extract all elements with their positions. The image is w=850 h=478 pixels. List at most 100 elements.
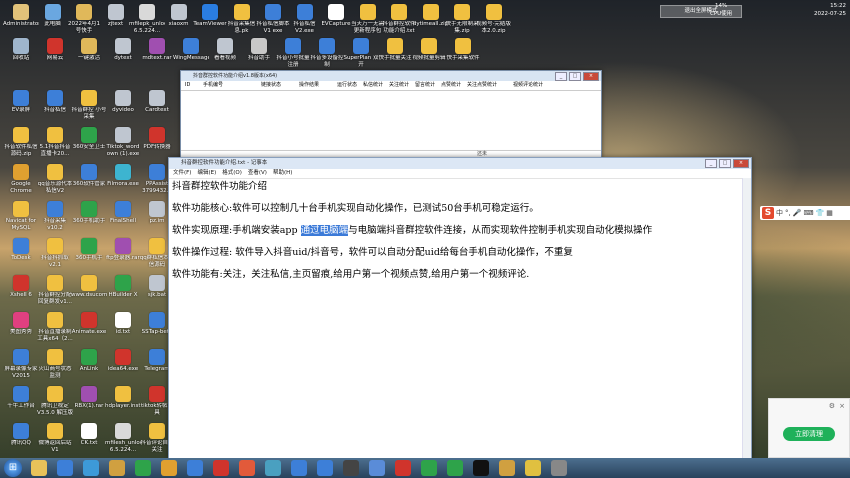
desktop-icon[interactable]: WingMessage [173, 38, 209, 68]
text-area[interactable]: 抖音群控软件功能介绍 软件功能核心:软件可以控制几十台手机实现自动化操作，已测试… [169, 179, 751, 293]
desktop-icon[interactable]: 快手采集软件 [445, 38, 481, 68]
taskbar-net-icon[interactable] [239, 460, 255, 476]
desktop-icon[interactable]: 网易云 [37, 38, 73, 68]
desktop-icon[interactable]: idea64.exe [105, 349, 141, 379]
desktop-icon[interactable]: SuperPlan 双开 [343, 38, 379, 68]
taskbar-chrome-icon[interactable] [161, 460, 177, 476]
column-header[interactable]: 操作结果 [295, 81, 333, 90]
desktop-icon[interactable]: 回收站 [3, 38, 39, 68]
desktop-icon[interactable]: 360手机助手 [71, 201, 107, 231]
desktop-icon[interactable]: 抖音群控 小号采集 [71, 90, 107, 120]
close-button[interactable]: × [583, 72, 599, 81]
desktop-icon[interactable]: CK.txt [71, 423, 107, 453]
desktop-icon[interactable]: ToDesk [3, 238, 39, 268]
desktop-icon[interactable]: 抖音软件私信源码.zip [3, 127, 39, 157]
ime-tool-icon[interactable]: ⌨ [803, 209, 813, 217]
desktop-icon[interactable]: 美图秀秀 [3, 312, 39, 342]
maximize-button[interactable]: □ [719, 159, 731, 168]
taskbar-img-icon[interactable] [499, 460, 515, 476]
notepad-titlebar[interactable]: 抖音群控软件功能介绍.txt - 记事本 _ □ × [169, 158, 751, 169]
desktop-icon[interactable]: 抖音采集v10.2 [37, 201, 73, 231]
taskbar-kuai-icon[interactable] [187, 460, 203, 476]
close-button[interactable]: × [733, 159, 749, 168]
desktop-icon[interactable]: ftp登录器.rar [105, 238, 141, 268]
taskbar-wechat-icon[interactable] [447, 460, 463, 476]
desktop-icon[interactable]: 快手批量关注 [377, 38, 413, 68]
desktop-icon[interactable]: 微博返回后站V1 [37, 423, 73, 453]
desktop-icon[interactable]: PDF转换器 [139, 127, 175, 157]
taskbar-explorer-icon[interactable] [31, 460, 47, 476]
desktop-icon[interactable]: Animate.exe [71, 312, 107, 342]
desktop-icon[interactable]: 抖音助手 [241, 38, 277, 68]
desktop-icon[interactable]: 360软件管家 [71, 164, 107, 194]
column-header[interactable]: 链接状态 [257, 81, 295, 90]
taskbar-chat-icon[interactable] [395, 460, 411, 476]
taskbar-user-icon[interactable] [551, 460, 567, 476]
desktop-icon[interactable]: RBX(1).rar [71, 386, 107, 416]
desktop-icon[interactable]: 一键激活 [71, 38, 107, 68]
taskbar-wave-icon[interactable] [369, 460, 385, 476]
desktop-icon[interactable]: 屏幕录像专家V2015 [3, 349, 39, 379]
taskbar-ie-icon[interactable] [83, 460, 99, 476]
minimize-button[interactable]: _ [555, 72, 567, 81]
desktop-icon[interactable]: 腾讯卫视定 V3.5.0 解压版 [37, 386, 73, 416]
column-header[interactable]: 视频评论统计 [509, 81, 563, 90]
desktop-icon[interactable]: AnLink [71, 349, 107, 379]
taskbar-filemgr-icon[interactable] [109, 460, 125, 476]
desktop-icon[interactable]: www.dsucom_spl.zip [71, 275, 107, 305]
taskbar-hbuilder-icon[interactable] [135, 460, 151, 476]
menu-item[interactable]: 格式(O) [222, 169, 242, 178]
desktop-icon[interactable]: hdplayer.inst.exe [105, 386, 141, 416]
desktop-icon[interactable]: dyvideo [105, 90, 141, 120]
column-header[interactable]: 手机编号 [199, 81, 257, 90]
ime-tool-icon[interactable]: 🎤 [793, 209, 802, 217]
menu-item[interactable]: 编辑(E) [197, 169, 216, 178]
column-header[interactable]: ID [181, 81, 199, 90]
desktop-icon[interactable]: 抖音抖抓取v2.1 [37, 238, 73, 268]
desktop-icon[interactable]: mdtext.rar [139, 38, 175, 68]
desktop-icon[interactable]: 5.1抖音抖音直播卡20... [37, 127, 73, 157]
start-button[interactable]: ⊞ [4, 459, 22, 477]
vertical-scrollbar[interactable] [742, 178, 751, 458]
taskbar-note-icon[interactable] [525, 460, 541, 476]
taskbar-finder-icon[interactable] [317, 460, 333, 476]
gear-icon[interactable]: ⚙ [829, 402, 835, 410]
minimize-button[interactable]: _ [705, 159, 717, 168]
desktop-icon[interactable]: EV录屏 [3, 90, 39, 120]
desktop-icon[interactable]: 抖音群控分配回复群发v1... [37, 275, 73, 305]
desktop-icon[interactable]: HBuilder X [105, 275, 141, 305]
column-header[interactable]: 点赞统计 [437, 81, 463, 90]
desktop-icon[interactable]: 看看视频 [207, 38, 243, 68]
desktop-icon[interactable]: 千牛工作台 [3, 386, 39, 416]
desktop-icon[interactable]: 抖音直播录制工具x64（2... [37, 312, 73, 342]
desktop-icon[interactable]: 抖音小号批量注册 [275, 38, 311, 68]
desktop-icon[interactable]: Filmora.exe [105, 164, 141, 194]
column-header[interactable]: 私信统计 [359, 81, 385, 90]
desktop-icon[interactable]: 火山商号状态监测 [37, 349, 73, 379]
desktop-icon[interactable]: 腾讯QQ [3, 423, 39, 453]
desktop-icon[interactable]: Google Chrome [3, 164, 39, 194]
ime-toolbar[interactable]: S 中 °, 🎤 ⌨ 👕 ▦ [760, 206, 850, 220]
desktop-icon[interactable]: qq音乐源代本私信V2 [37, 164, 73, 194]
desktop-icon[interactable]: dytext [105, 38, 141, 68]
menu-item[interactable]: 文件(F) [173, 169, 191, 178]
column-header[interactable]: 留言统计 [411, 81, 437, 90]
column-header[interactable]: 关注统计 [385, 81, 411, 90]
desktop-icon[interactable]: Navicat for MySQL [3, 201, 39, 231]
desktop-icon[interactable]: 抖音多设备控制 [309, 38, 345, 68]
taskbar-search-icon[interactable] [265, 460, 281, 476]
desktop-icon[interactable]: 视频号·完结版本2.0.zip [476, 4, 512, 34]
column-header[interactable]: 关注点赞统计 [463, 81, 509, 90]
desktop-icon[interactable]: 360手机手 [71, 238, 107, 268]
taskbar-rox-icon[interactable] [343, 460, 359, 476]
desktop-icon[interactable]: Xshell 6 [3, 275, 39, 305]
desktop-icon[interactable]: Tiktok_word own (1).exe [105, 127, 141, 157]
taskbar-editor-icon[interactable] [291, 460, 307, 476]
ime-tool-icon[interactable]: 👕 [816, 209, 825, 217]
taskbar-tool-icon[interactable] [213, 460, 229, 476]
ime-tool-icon[interactable]: ▦ [826, 209, 833, 217]
ime-tool-icon[interactable]: °, [785, 209, 791, 217]
desktop-icon[interactable]: mfilesh_unlock-6.5.224... [105, 423, 141, 453]
list-window-titlebar[interactable]: 抖音群控软件功能介绍v1.8版本(x64) _ □ × [181, 71, 601, 81]
sogou-logo-icon[interactable]: S [762, 207, 774, 219]
